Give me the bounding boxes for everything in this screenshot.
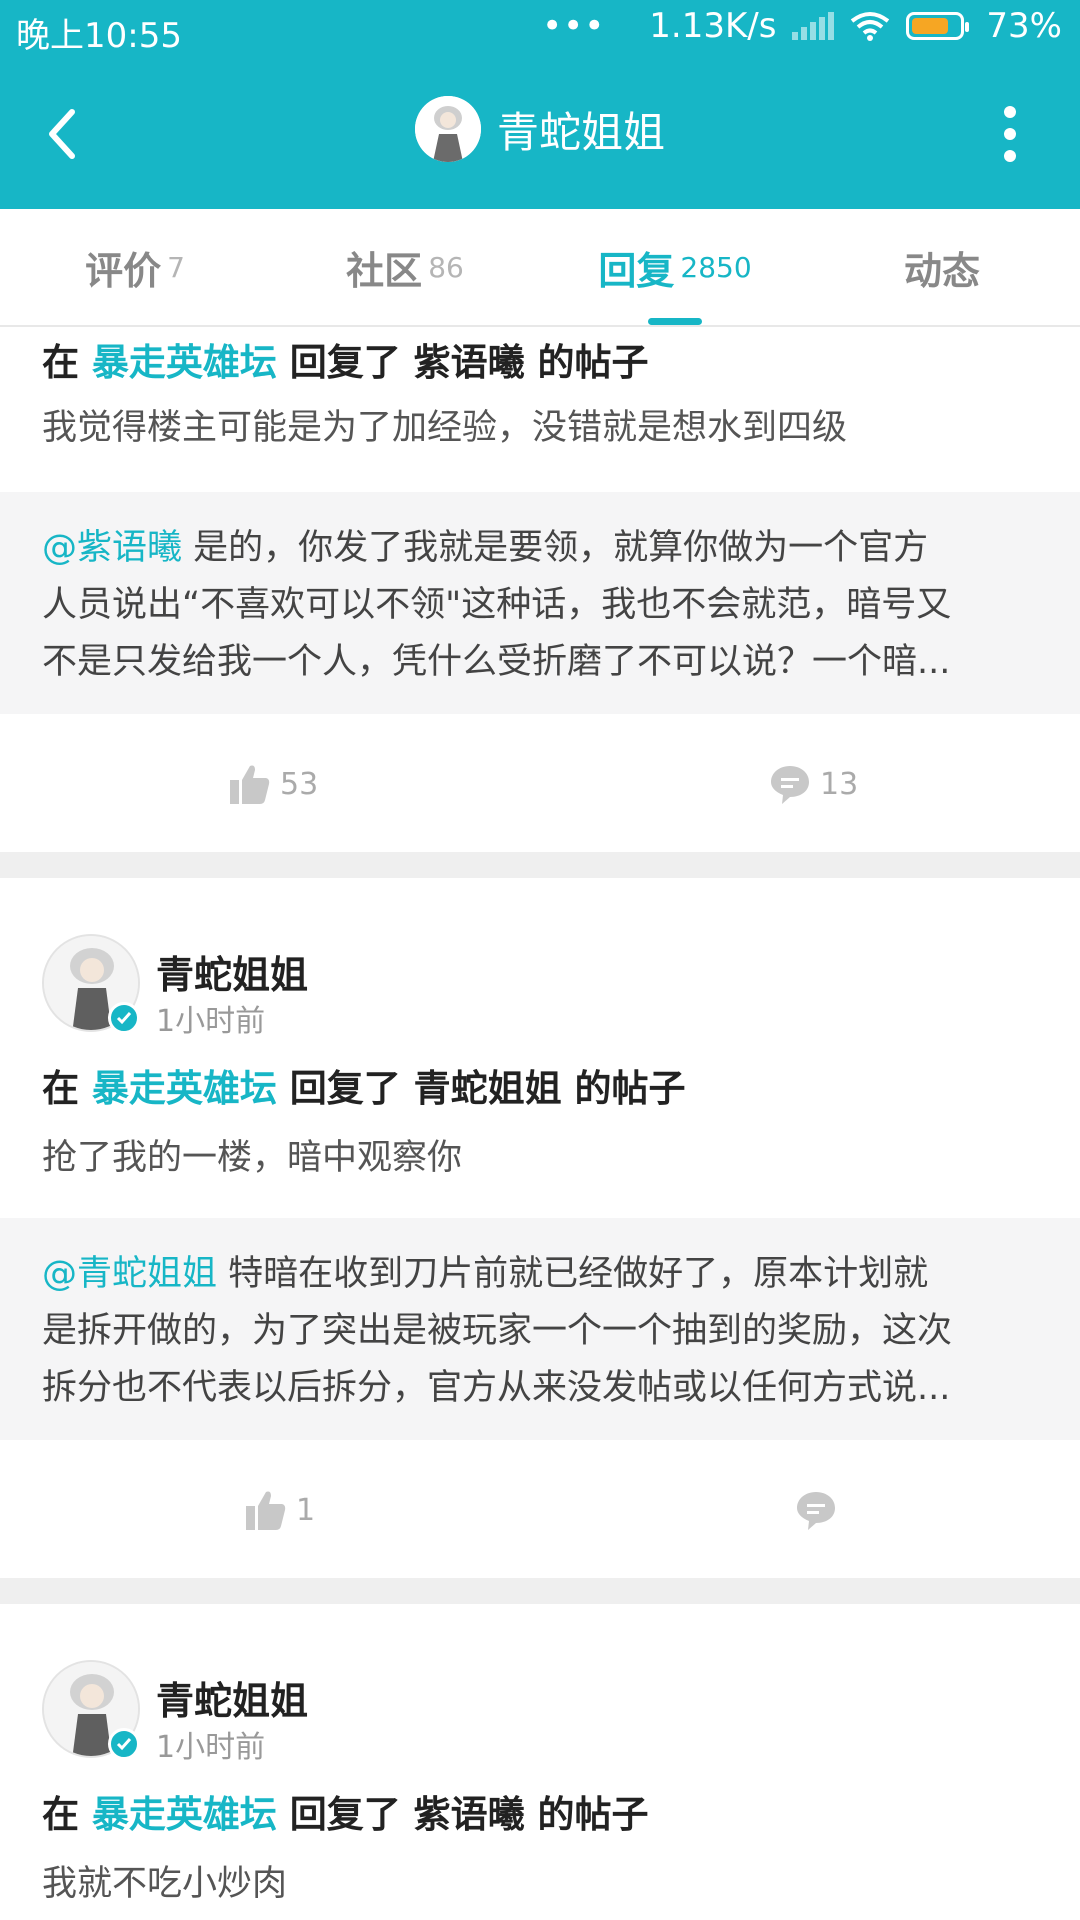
divider [0, 1578, 1080, 1604]
more-button[interactable] [1000, 106, 1020, 162]
tab-reviews[interactable]: 评价 7 [0, 209, 270, 325]
app-header: 青蛇姐姐 [0, 64, 1080, 208]
post-actions: 1 [0, 1440, 1080, 1578]
tab-label: 社区 [346, 248, 423, 293]
verified-check-icon [108, 1728, 140, 1760]
more-vertical-icon [1004, 106, 1016, 118]
comment-button[interactable] [794, 1488, 846, 1532]
mention-link[interactable]: @青蛇姐姐 [42, 1254, 217, 1294]
tab-label: 评价 [85, 248, 162, 293]
divider [0, 852, 1080, 878]
author-name[interactable]: 青蛇姐姐 [156, 1670, 308, 1725]
reply-summary: 在 暴走英雄坛 回复了 青蛇姐姐 的帖子 [42, 1067, 686, 1110]
comment-bubble-icon [771, 766, 809, 804]
verified-check-icon [108, 1002, 140, 1034]
reply-summary: 在 暴走英雄坛 回复了 紫语曦 的帖子 [42, 341, 649, 384]
like-count: 1 [296, 1492, 316, 1528]
post-author: 青蛇姐姐 1小时前 [0, 878, 1080, 1060]
forum-link[interactable]: 暴走英雄坛 [92, 341, 277, 384]
forum-link[interactable]: 暴走英雄坛 [92, 1067, 277, 1110]
thumbs-up-icon [246, 1491, 286, 1530]
like-button[interactable]: 1 [244, 1488, 315, 1532]
reply-summary: 在 暴走英雄坛 回复了 紫语曦 的帖子 [42, 1793, 649, 1836]
battery-percent: 73% [986, 6, 1062, 46]
quoted-post[interactable]: @青蛇姐姐 特暗在收到刀片前就已经做好了，原本计划就 是拆开做的，为了突出是被玩… [0, 1218, 1080, 1440]
reply-card[interactable]: 在 暴走英雄坛 回复了 紫语曦 的帖子 我觉得楼主可能是为了加经验，没错就是想水… [0, 334, 1080, 852]
forum-link[interactable]: 暴走英雄坛 [92, 1793, 277, 1836]
reply-card[interactable]: 青蛇姐姐 1小时前 在 暴走英雄坛 回复了 紫语曦 的帖子 我就不吃小炒肉 [0, 1604, 1080, 1914]
tab-label: 动态 [903, 248, 980, 293]
battery-icon [906, 12, 970, 40]
reply-feed[interactable]: 在 暴走英雄坛 回复了 紫语曦 的帖子 我觉得楼主可能是为了加经验，没错就是想水… [0, 328, 1080, 1920]
page-title: 青蛇姐姐 [496, 107, 665, 157]
tab-label: 回复 [598, 248, 675, 293]
target-user[interactable]: 青蛇姐姐 [414, 1067, 562, 1110]
quoted-post[interactable]: @紫语曦 是的，你发了我就是要领，就算你做为一个官方 人员说出“不喜欢可以不领"… [0, 492, 1080, 714]
status-bar: 晚上10:55 ••• 1.13K/s 73% [0, 0, 1080, 60]
tab-count: 7 [167, 250, 185, 284]
mention-link[interactable]: @紫语曦 [42, 528, 182, 568]
target-user[interactable]: 紫语曦 [414, 1793, 525, 1836]
like-count: 53 [280, 766, 319, 802]
post-actions: 53 13 [0, 714, 1080, 852]
tab-bar: 评价 7 社区 86 回复 2850 动态 [0, 209, 1080, 327]
comment-bubble-icon [797, 1492, 835, 1530]
top-bar: 晚上10:55 ••• 1.13K/s 73% 青蛇姐姐 [0, 0, 1080, 209]
post-author: 青蛇姐姐 1小时前 [0, 1604, 1080, 1786]
thumbs-up-icon [230, 765, 270, 804]
tab-community[interactable]: 社区 86 [270, 209, 540, 325]
avatar[interactable] [414, 96, 481, 162]
tab-count: 86 [428, 250, 464, 284]
target-user[interactable]: 紫语曦 [414, 341, 525, 384]
reply-text: 我就不吃小炒肉 [42, 1864, 288, 1904]
wifi-icon [850, 11, 890, 41]
reply-text: 抢了我的一楼，暗中观察你 [42, 1138, 463, 1178]
like-button[interactable]: 53 [228, 762, 318, 806]
comment-count: 13 [820, 766, 859, 802]
network-speed: 1.13K/s [649, 6, 777, 46]
header-profile: 青蛇姐姐 [0, 96, 1080, 162]
comment-button[interactable]: 13 [768, 762, 858, 806]
post-time: 1小时前 [156, 1730, 266, 1765]
author-name[interactable]: 青蛇姐姐 [156, 944, 308, 999]
signal-icon [792, 12, 835, 40]
reply-card[interactable]: 青蛇姐姐 1小时前 在 暴走英雄坛 回复了 青蛇姐姐 的帖子 抢了我的一楼，暗中… [0, 878, 1080, 1578]
more-notifications-icon: ••• [542, 6, 606, 46]
tab-count: 2850 [680, 250, 752, 284]
tab-replies[interactable]: 回复 2850 [540, 209, 810, 325]
reply-text: 我觉得楼主可能是为了加经验，没错就是想水到四级 [42, 408, 848, 448]
tab-activity[interactable]: 动态 [810, 209, 1080, 325]
post-time: 1小时前 [156, 1004, 266, 1039]
status-time: 晚上10:55 [16, 16, 182, 56]
status-icons: ••• 1.13K/s 73% [542, 6, 1062, 46]
